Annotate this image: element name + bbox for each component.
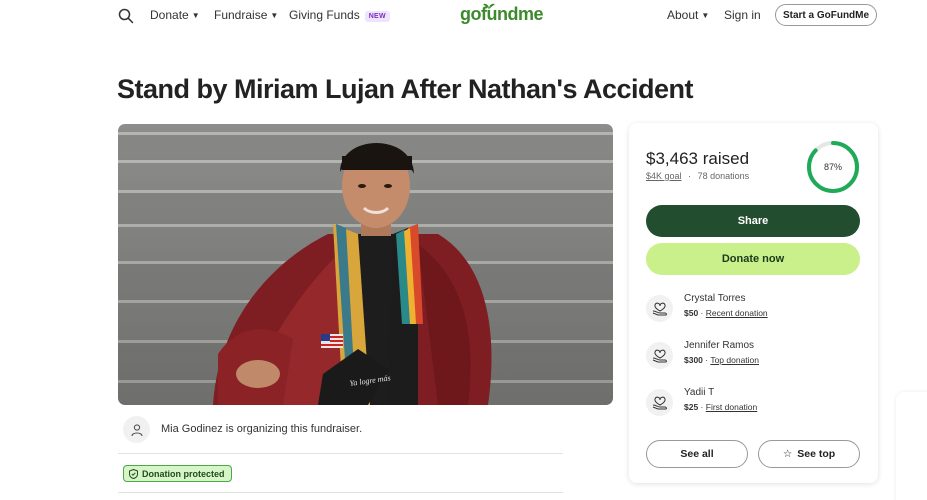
page-title: Stand by Miriam Lujan After Nathan's Acc…: [117, 74, 694, 104]
nav-about-label: About: [667, 8, 699, 22]
amount-raised: $3,463 raised: [646, 149, 750, 168]
campaign-hero-image: Ya logre más: [118, 124, 613, 405]
donor-name: Jennifer Ramos: [684, 340, 755, 351]
progress-ring: 87%: [805, 139, 861, 195]
donation-meta: $300 · Top donation: [684, 355, 760, 365]
organizer-row: Mia Godinez is organizing this fundraise…: [123, 416, 563, 444]
new-badge: NEW: [364, 11, 390, 22]
caret-down-icon: ▼: [701, 11, 710, 20]
see-top-button[interactable]: ☆ See top: [758, 440, 860, 468]
gofundme-logo[interactable]: gofundme: [460, 4, 544, 25]
goal-separator: ·: [688, 171, 692, 181]
donation-meta: $25 · First donation: [684, 402, 758, 412]
start-gofundme-button[interactable]: Start a GoFundMe: [775, 4, 877, 26]
donation-type-link[interactable]: First donation: [706, 402, 758, 412]
top-nav: Donate ▼ Fundraise ▼ Giving Funds NEW gofun…: [0, 0, 927, 32]
nav-giving-funds-label: Giving Funds: [289, 8, 360, 22]
donation-amount: $300: [684, 355, 703, 365]
nav-sign-in[interactable]: Sign in: [724, 8, 761, 22]
donation-amount: $25: [684, 402, 699, 412]
side-panel-edge: [896, 392, 927, 500]
donation-item: Crystal Torres $50 · Recent donation: [646, 293, 860, 327]
nav-fundraise[interactable]: Fundraise ▼: [214, 8, 278, 22]
organizer-text: Mia Godinez is organizing this fundraise…: [161, 423, 363, 435]
donation-amount: $50: [684, 308, 699, 318]
goal-line: $4K goal · 78 donations: [646, 171, 749, 181]
share-button[interactable]: Share: [646, 205, 860, 237]
see-top-label: See top: [797, 448, 836, 460]
nav-sign-in-label: Sign in: [724, 8, 761, 22]
goal-link[interactable]: $4K goal: [646, 171, 682, 181]
caret-down-icon: ▼: [270, 11, 279, 20]
see-all-button[interactable]: See all: [646, 440, 748, 468]
donation-meta: $50 · Recent donation: [684, 308, 768, 318]
caret-down-icon: ▼: [191, 11, 200, 20]
divider: [118, 492, 563, 493]
search-icon[interactable]: [118, 8, 134, 24]
heart-hand-icon: [646, 295, 673, 322]
donation-protected-badge[interactable]: Donation protected: [123, 465, 232, 482]
nav-fundraise-label: Fundraise: [214, 8, 268, 22]
donation-item: Yadii T $25 · First donation: [646, 387, 860, 421]
donate-now-button[interactable]: Donate now: [646, 243, 860, 275]
donation-protected-label: Donation protected: [142, 468, 225, 479]
nav-about[interactable]: About ▼: [667, 8, 709, 22]
star-icon: ☆: [782, 448, 793, 460]
nav-donate[interactable]: Donate ▼: [150, 8, 200, 22]
divider: [118, 453, 563, 454]
nav-giving-funds[interactable]: Giving Funds NEW: [289, 8, 390, 22]
heart-hand-icon: [646, 389, 673, 416]
donor-name: Yadii T: [684, 387, 715, 398]
heart-hand-icon: [646, 342, 673, 369]
nav-donate-label: Donate: [150, 8, 189, 22]
progress-percent: 87%: [823, 162, 842, 172]
donation-card: $3,463 raised $4K goal · 78 donations 87…: [629, 123, 878, 483]
donation-item: Jennifer Ramos $300 · Top donation: [646, 340, 860, 374]
donation-type-link[interactable]: Top donation: [710, 355, 759, 365]
shield-icon: [129, 468, 138, 479]
donation-type-link[interactable]: Recent donation: [706, 308, 768, 318]
user-icon: [123, 416, 150, 443]
donor-name: Crystal Torres: [684, 293, 746, 304]
logo-sprout-icon: [483, 3, 495, 9]
donations-count: 78 donations: [697, 171, 750, 181]
